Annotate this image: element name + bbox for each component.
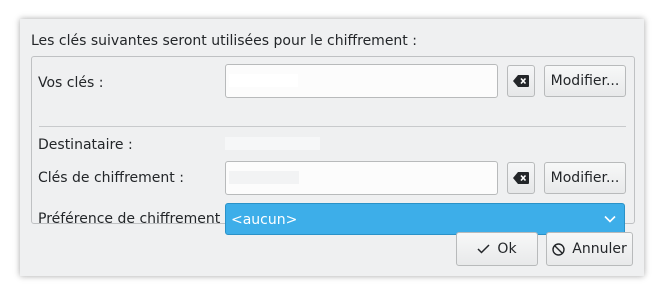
own-keys-value xyxy=(229,74,298,87)
encryption-key-value xyxy=(229,171,299,184)
checkmark-icon xyxy=(477,244,490,254)
separator xyxy=(39,126,626,127)
backspace-clear-icon xyxy=(513,75,529,87)
encryption-keys-dialog: Les clés suivantes seront utilisées pour… xyxy=(20,19,644,276)
own-keys-clear-button[interactable] xyxy=(507,65,535,97)
encryption-key-field[interactable] xyxy=(225,161,498,195)
preference-label: Préférence de chiffrement : xyxy=(38,211,230,227)
own-keys-label: Vos clés : xyxy=(38,75,104,91)
own-keys-modify-button[interactable]: Modifier... xyxy=(544,65,626,97)
cancel-label: Annuler xyxy=(572,241,627,257)
dialog-heading: Les clés suivantes seront utilisées pour… xyxy=(31,33,417,49)
encryption-key-label: Clés de chiffrement : xyxy=(38,170,184,186)
backspace-clear-icon xyxy=(513,172,529,184)
recipient-value-redacted xyxy=(225,137,320,150)
encryption-preference-select[interactable]: <aucun> xyxy=(225,203,625,235)
cancel-button[interactable]: Annuler xyxy=(546,232,633,266)
ok-label: Ok xyxy=(497,241,517,257)
ok-button[interactable]: Ok xyxy=(456,232,538,266)
recipient-label: Destinataire : xyxy=(38,137,133,153)
own-keys-field[interactable] xyxy=(225,64,498,98)
encryption-preference-selected: <aucun> xyxy=(231,212,298,228)
chevron-down-icon xyxy=(604,215,616,223)
encryption-key-clear-button[interactable] xyxy=(507,162,535,194)
cancel-circle-icon xyxy=(552,242,565,256)
encryption-key-modify-button[interactable]: Modifier... xyxy=(544,162,626,194)
keys-group: Vos clés : Modifier... Destinataire : Cl… xyxy=(31,56,635,235)
